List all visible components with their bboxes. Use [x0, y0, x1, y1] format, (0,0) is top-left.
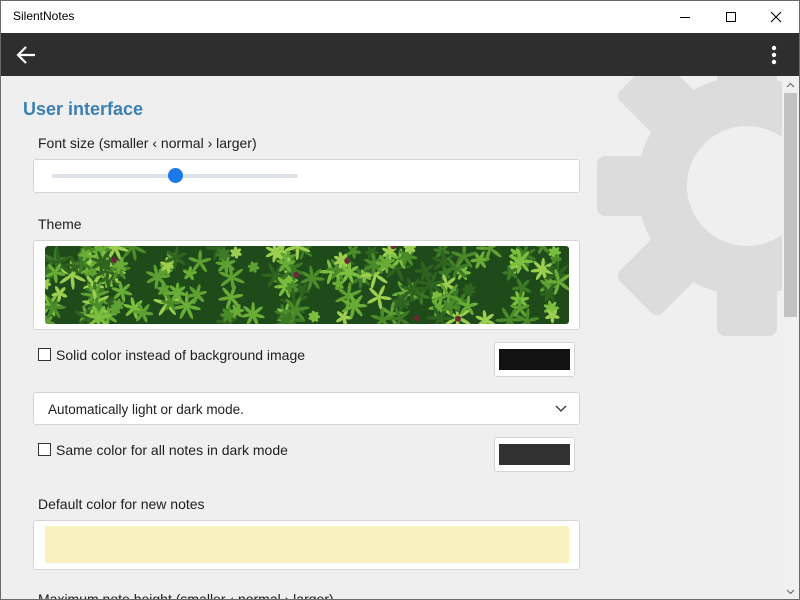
dark-notes-checkbox[interactable]	[38, 443, 51, 456]
back-button[interactable]	[13, 42, 39, 68]
theme-label: Theme	[38, 216, 82, 232]
more-vertical-icon	[771, 45, 777, 65]
maximize-button[interactable]	[708, 1, 754, 33]
maximize-icon	[726, 12, 736, 22]
solid-color-picker[interactable]	[494, 342, 575, 377]
scroll-down-button[interactable]	[782, 583, 799, 599]
dark-notes-label: Same color for all notes in dark mode	[56, 442, 288, 458]
default-note-color-swatch[interactable]	[45, 526, 569, 563]
leaves-background-image	[45, 246, 569, 324]
app-window: SilentNotes User interface Font size (sm…	[0, 0, 800, 600]
minimize-button[interactable]	[662, 1, 708, 33]
gear-icon	[597, 76, 782, 336]
theme-mode-value: Automatically light or dark mode.	[48, 402, 244, 417]
font-size-label: Font size (smaller ‹ normal › larger)	[38, 135, 257, 151]
theme-image[interactable]	[45, 246, 569, 324]
scroll-up-arrow-icon	[786, 82, 795, 87]
dark-notes-color-swatch	[499, 444, 570, 465]
scrollbar-thumb[interactable]	[784, 93, 797, 317]
app-bar	[1, 33, 799, 76]
minimize-icon	[680, 17, 690, 18]
more-menu-button[interactable]	[761, 42, 787, 68]
dark-notes-color-picker[interactable]	[494, 437, 575, 472]
solid-color-label: Solid color instead of background image	[56, 347, 306, 363]
font-size-card	[33, 159, 580, 193]
settings-content: User interface Font size (smaller ‹ norm…	[1, 76, 782, 600]
scroll-down-arrow-icon	[786, 589, 795, 594]
theme-card	[33, 240, 580, 330]
scroll-up-button[interactable]	[782, 76, 799, 93]
default-note-color-card	[33, 520, 580, 570]
close-icon	[770, 11, 782, 23]
solid-color-swatch	[499, 349, 570, 370]
window-title: SilentNotes	[13, 9, 75, 23]
solid-color-checkbox[interactable]	[38, 348, 51, 361]
font-size-slider-thumb[interactable]	[168, 168, 183, 183]
max-note-height-label: Maximum note height (smaller ‹ normal › …	[38, 591, 334, 600]
chevron-down-icon	[555, 405, 567, 412]
theme-mode-select[interactable]: Automatically light or dark mode.	[33, 392, 580, 425]
vertical-scrollbar[interactable]	[782, 76, 799, 599]
default-note-color-label: Default color for new notes	[38, 496, 205, 512]
title-bar[interactable]: SilentNotes	[1, 1, 799, 33]
close-button[interactable]	[753, 1, 799, 33]
section-title: User interface	[23, 99, 144, 119]
arrow-left-icon	[16, 46, 35, 64]
